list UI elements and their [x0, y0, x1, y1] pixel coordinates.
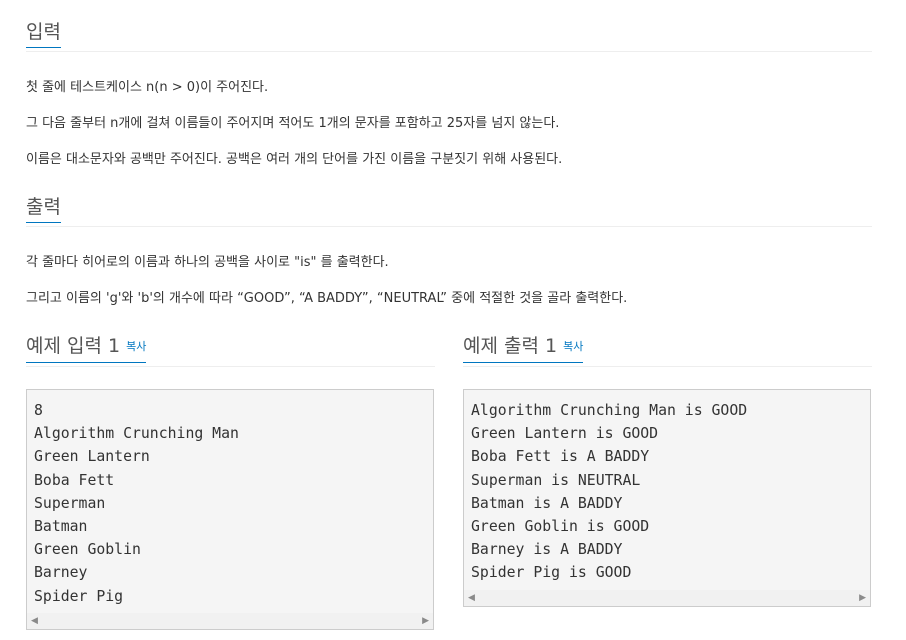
scroll-right-icon[interactable]: ▶ — [422, 616, 429, 626]
scroll-left-icon[interactable]: ◀ — [468, 593, 475, 603]
sample-input-title-wrap: 예제 입력 1 복사 — [26, 335, 147, 363]
sample-input-headline: 예제 입력 1 복사 — [26, 333, 435, 367]
input-section: 입력 첫 줄에 테스트케이스 n(n > 0)이 주어진다. 그 다음 줄부터 … — [26, 18, 872, 167]
sample-output-title: 예제 출력 1 — [463, 335, 558, 357]
sample-input-content[interactable]: 8 Algorithm Crunching Man Green Lantern … — [27, 390, 433, 608]
output-line-1: 각 줄마다 히어로의 이름과 하나의 공백을 사이로 "is" 를 출력한다. — [26, 255, 389, 270]
sample-output-title-wrap: 예제 출력 1 복사 — [463, 335, 584, 363]
sample-input-title: 예제 입력 1 — [26, 335, 121, 357]
sample-input-copy-button[interactable]: 복사 — [126, 340, 146, 353]
sample-input-section: 예제 입력 1 복사 8 Algorithm Crunching Man Gree… — [26, 333, 435, 630]
sample-output-copy-button[interactable]: 복사 — [563, 340, 583, 353]
sample-output-box: Algorithm Crunching Man is GOOD Green La… — [463, 389, 871, 607]
input-headline: 입력 — [26, 18, 872, 52]
sample-output-scrollbar[interactable]: ◀ ▶ — [464, 590, 870, 606]
output-headline: 출력 — [26, 193, 872, 227]
sample-output-headline: 예제 출력 1 복사 — [463, 333, 872, 367]
input-line-3: 이름은 대소문자와 공백만 주어진다. 공백은 여러 개의 단어를 가진 이름을… — [26, 152, 563, 167]
scroll-right-icon[interactable]: ▶ — [859, 593, 866, 603]
output-section: 출력 각 줄마다 히어로의 이름과 하나의 공백을 사이로 "is" 를 출력한… — [26, 193, 872, 306]
sample-input-box: 8 Algorithm Crunching Man Green Lantern … — [26, 389, 434, 630]
output-title: 출력 — [26, 196, 61, 223]
input-title: 입력 — [26, 21, 61, 48]
sample-output-section: 예제 출력 1 복사 Algorithm Crunching Man is GOO… — [463, 333, 872, 607]
input-line-1: 첫 줄에 테스트케이스 n(n > 0)이 주어진다. — [26, 80, 269, 95]
scroll-left-icon[interactable]: ◀ — [31, 616, 38, 626]
input-line-2: 그 다음 줄부터 n개에 걸쳐 이름들이 주어지며 적어도 1개의 문자를 포함… — [26, 116, 560, 131]
sample-output-content[interactable]: Algorithm Crunching Man is GOOD Green La… — [464, 390, 870, 585]
output-line-2: 그리고 이름의 'g'와 'b'의 개수에 따라 “GOOD”, “A BADD… — [26, 291, 628, 306]
sample-input-scrollbar[interactable]: ◀ ▶ — [27, 613, 433, 629]
